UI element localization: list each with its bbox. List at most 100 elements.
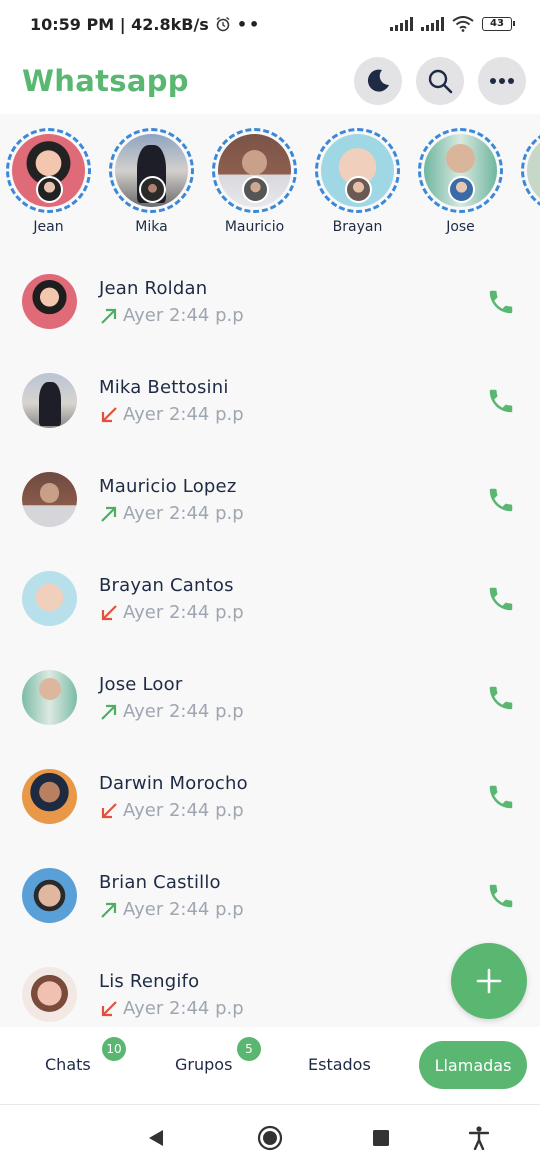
tab-llamadas[interactable]: Llamadas: [419, 1041, 527, 1089]
signal-icon-2: [421, 17, 444, 31]
outgoing-arrow-icon: [101, 308, 117, 324]
call-item[interactable]: Mika Bettosini Ayer 2:44 p.p: [0, 350, 540, 449]
app-header: Whatsapp: [0, 48, 540, 114]
story-ring: [418, 128, 503, 213]
app-title: Whatsapp: [22, 64, 189, 98]
tab-chats[interactable]: Chats: [45, 1055, 91, 1074]
story-mini-avatar: [345, 176, 372, 203]
story-name: Mauricio: [224, 219, 285, 235]
search-icon: [428, 69, 453, 94]
phone-icon[interactable]: [486, 584, 516, 614]
new-call-button[interactable]: [451, 943, 527, 1019]
alarm-icon: [216, 16, 230, 32]
avatar: [22, 373, 77, 428]
call-item[interactable]: Brayan Cantos Ayer 2:44 p.p: [0, 548, 540, 647]
avatar: [22, 274, 77, 329]
phone-icon[interactable]: [486, 782, 516, 812]
call-time: Ayer 2:44 p.p: [123, 800, 244, 821]
story-name: Brayan: [332, 219, 383, 235]
avatar: [22, 571, 77, 626]
phone-icon[interactable]: [486, 485, 516, 515]
story-item[interactable]: Mika: [109, 114, 194, 244]
call-item[interactable]: Darwin Morocho Ayer 2:44 p.p: [0, 746, 540, 845]
story-mini-avatar: [448, 176, 475, 203]
accessibility-icon[interactable]: [469, 1126, 489, 1150]
notification-dots: ••: [236, 14, 262, 34]
avatar: [22, 472, 77, 527]
call-item[interactable]: Jean Roldan Ayer 2:44 p.p: [0, 251, 540, 350]
avatar: [22, 868, 77, 923]
phone-icon[interactable]: [486, 287, 516, 317]
contact-name: Jean Roldan: [99, 278, 208, 299]
phone-icon[interactable]: [486, 683, 516, 713]
story-ring: [6, 128, 91, 213]
incoming-arrow-icon: [101, 406, 117, 422]
call-list: Jean Roldan Ayer 2:44 p.p Mika Bettosini…: [0, 251, 540, 1043]
call-time: Ayer 2:44 p.p: [123, 305, 244, 326]
moon-icon: [367, 69, 389, 92]
story-item[interactable]: Jose: [418, 114, 503, 244]
status-bar: 10:59 PM | 42.8kB/s •• 43: [0, 0, 540, 48]
outgoing-arrow-icon: [101, 902, 117, 918]
chats-badge: 10: [102, 1037, 126, 1061]
wifi-icon: [452, 16, 474, 32]
avatar: [22, 967, 77, 1022]
story-item[interactable]: [521, 114, 540, 244]
stories-row: Jean Mika Mauricio Brayan Jose: [0, 114, 540, 244]
story-name: Jose: [446, 219, 475, 235]
signal-icon: [390, 17, 413, 31]
call-item[interactable]: Brian Castillo Ayer 2:44 p.p: [0, 845, 540, 944]
incoming-arrow-icon: [101, 604, 117, 620]
story-avatar: [527, 134, 540, 207]
avatar: [22, 769, 77, 824]
plus-icon: [476, 968, 502, 994]
incoming-arrow-icon: [101, 1000, 117, 1016]
avatar: [22, 670, 77, 725]
call-time: Ayer 2:44 p.p: [123, 503, 244, 524]
story-item[interactable]: Jean: [6, 114, 91, 244]
story-item[interactable]: Brayan: [315, 114, 400, 244]
contact-name: Mauricio Lopez: [99, 476, 237, 497]
more-options-button[interactable]: [478, 57, 526, 105]
system-nav-bar: [0, 1105, 540, 1170]
contact-name: Brayan Cantos: [99, 575, 234, 596]
call-time: Ayer 2:44 p.p: [123, 602, 244, 623]
story-item[interactable]: Mauricio: [212, 114, 297, 244]
story-ring: [212, 128, 297, 213]
back-icon[interactable]: [147, 1129, 165, 1147]
call-item[interactable]: Mauricio Lopez Ayer 2:44 p.p: [0, 449, 540, 548]
contact-name: Jose Loor: [99, 674, 183, 695]
bottom-tabs: Chats 10 Grupos 5 Estados Llamadas: [0, 1027, 540, 1105]
outgoing-arrow-icon: [101, 506, 117, 522]
contact-name: Darwin Morocho: [99, 773, 248, 794]
contact-name: Brian Castillo: [99, 872, 221, 893]
story-ring: [521, 128, 540, 213]
dark-mode-button[interactable]: [354, 57, 402, 105]
story-name: Jean: [33, 219, 64, 235]
story-mini-avatar: [36, 176, 63, 203]
home-icon[interactable]: [257, 1125, 283, 1151]
call-item[interactable]: Jose Loor Ayer 2:44 p.p: [0, 647, 540, 746]
status-time-speed: 10:59 PM | 42.8kB/s: [30, 14, 209, 34]
battery-icon: 43: [482, 17, 515, 31]
story-mini-avatar: [139, 176, 166, 203]
incoming-arrow-icon: [101, 802, 117, 818]
call-time: Ayer 2:44 p.p: [123, 404, 244, 425]
tab-grupos[interactable]: Grupos: [175, 1055, 232, 1074]
story-name: Mika: [135, 219, 168, 235]
story-ring: [315, 128, 400, 213]
call-time: Ayer 2:44 p.p: [123, 998, 244, 1019]
call-time: Ayer 2:44 p.p: [123, 701, 244, 722]
search-button[interactable]: [416, 57, 464, 105]
phone-icon[interactable]: [486, 386, 516, 416]
story-ring: [109, 128, 194, 213]
tab-estados[interactable]: Estados: [308, 1055, 371, 1074]
grupos-badge: 5: [237, 1037, 261, 1061]
outgoing-arrow-icon: [101, 704, 117, 720]
contact-name: Mika Bettosini: [99, 377, 229, 398]
more-icon: [490, 78, 514, 84]
contact-name: Lis Rengifo: [99, 971, 200, 992]
phone-icon[interactable]: [486, 881, 516, 911]
recents-icon[interactable]: [373, 1130, 389, 1146]
call-time: Ayer 2:44 p.p: [123, 899, 244, 920]
